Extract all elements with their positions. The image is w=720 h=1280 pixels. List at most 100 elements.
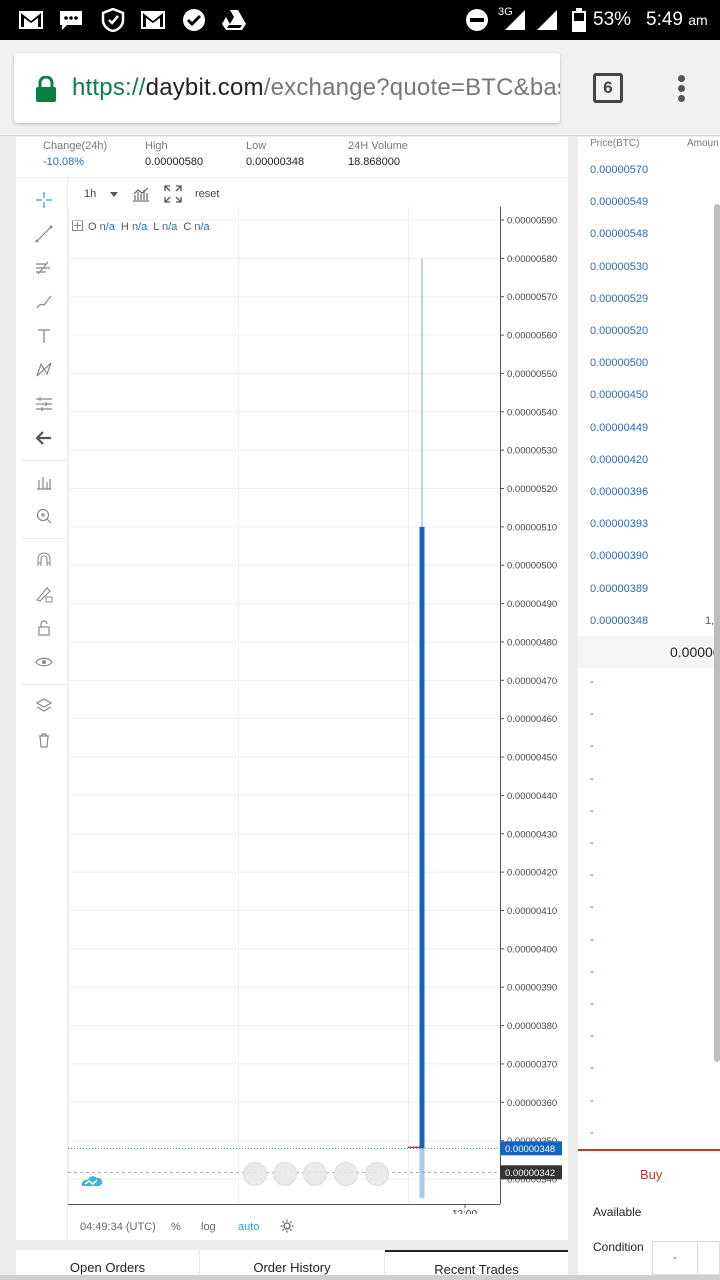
y-tick-label: 0.00000530 [507, 446, 557, 457]
stat-change-label: Change(24h) [43, 140, 108, 152]
log-toggle[interactable]: log [201, 1221, 216, 1233]
y-tick-label: 0.00000410 [507, 906, 557, 917]
bid-row[interactable]: - [590, 676, 594, 688]
stat-low: Low 0.00000348 [246, 140, 304, 168]
divider [22, 684, 66, 685]
scroll-right-button[interactable] [365, 1162, 389, 1186]
tab-switcher-button[interactable]: 6 [593, 73, 623, 103]
check-circle-icon [183, 9, 205, 31]
ask-price[interactable]: 0.00000393 [590, 518, 648, 530]
y-tick-label: 0.00000480 [507, 637, 557, 648]
bid-row[interactable]: - [590, 1127, 594, 1139]
order-book-scrollbar[interactable] [714, 204, 720, 1062]
prediction-icon[interactable] [34, 394, 54, 414]
zoom-icon[interactable] [34, 506, 54, 526]
reset-button[interactable]: reset [195, 188, 219, 200]
tradingview-logo-icon[interactable] [80, 1172, 104, 1188]
status-bar: 3G 53% 5:49 am [0, 0, 720, 40]
bid-row[interactable]: - [590, 773, 594, 785]
bid-row[interactable]: - [590, 966, 594, 978]
ask-price[interactable]: 0.00000390 [590, 550, 648, 562]
gear-icon[interactable] [280, 1219, 294, 1233]
bid-row[interactable]: - [590, 934, 594, 946]
y-tick-label: 0.00000380 [507, 1021, 557, 1032]
battery-icon [572, 8, 586, 32]
fib-icon[interactable] [34, 258, 54, 278]
page-scrollbar[interactable] [0, 1275, 720, 1280]
ask-price[interactable]: 0.00000500 [590, 357, 648, 369]
ask-price[interactable]: 0.00000520 [590, 325, 648, 337]
y-tick-label: 0.00000580 [507, 254, 557, 265]
ask-price[interactable]: 0.00000449 [590, 422, 648, 434]
price-chart[interactable]: 0.00000590 0.00000580 0.00000570 0.00000560… [68, 207, 568, 1214]
y-tick-label: 0.00000570 [507, 292, 557, 303]
address-bar[interactable]: https://daybit.com/exchange?quote=BTC&ba… [14, 53, 560, 123]
arrow-left-icon[interactable] [34, 428, 54, 448]
magnet-icon[interactable] [34, 550, 54, 570]
bid-row[interactable]: - [590, 1095, 594, 1107]
bid-row[interactable]: - [590, 998, 594, 1010]
crosshair-label: 0.00000342 [505, 1168, 555, 1179]
brush-icon[interactable] [34, 292, 54, 312]
trash-icon[interactable] [34, 730, 54, 750]
ask-price[interactable]: 0.00000348 [590, 615, 648, 627]
bid-row[interactable]: - [590, 901, 594, 913]
indicators-icon[interactable] [132, 186, 150, 202]
ask-price[interactable]: 0.00000389 [590, 583, 648, 595]
layers-icon[interactable] [34, 696, 54, 716]
chart-clock: 04:49:34 (UTC) [80, 1221, 156, 1233]
bid-row[interactable]: - [590, 708, 594, 720]
ask-price[interactable]: 0.00000450 [590, 389, 648, 401]
gmail-icon [19, 11, 43, 29]
y-tick-label: 0.00000370 [507, 1059, 557, 1070]
pattern-icon[interactable] [34, 360, 54, 380]
y-tick-label: 0.00000490 [507, 599, 557, 610]
ask-price[interactable]: 0.00000396 [590, 486, 648, 498]
reset-zoom-button[interactable] [303, 1162, 327, 1186]
condition-select[interactable]: - [652, 1241, 720, 1276]
dot-icon [677, 85, 685, 92]
interval-select[interactable]: 1h [84, 188, 96, 200]
dot-icon [677, 75, 685, 82]
text-icon[interactable] [34, 326, 54, 346]
bid-row[interactable]: - [590, 869, 594, 881]
stat-volume: 24H Volume 18.868000 [348, 140, 408, 168]
bid-row[interactable]: - [590, 740, 594, 752]
bid-row[interactable]: - [590, 1062, 594, 1074]
bid-row[interactable]: - [590, 805, 594, 817]
percent-toggle[interactable]: % [171, 1221, 181, 1233]
bid-row[interactable]: - [590, 1030, 594, 1042]
ask-price[interactable]: 0.00000529 [590, 293, 648, 305]
ask-price[interactable]: 0.00000570 [590, 164, 648, 176]
zoom-out-button[interactable] [273, 1162, 297, 1186]
scroll-left-button[interactable] [243, 1162, 267, 1186]
trend-line-icon[interactable] [34, 224, 54, 244]
available-label: Available [593, 1205, 642, 1219]
candle-body [419, 526, 425, 1149]
url-path: /exchange?quote=BTC&bas [263, 74, 560, 101]
measure-icon[interactable] [34, 472, 54, 492]
ask-price[interactable]: 0.00000530 [590, 261, 648, 273]
chevron-down-icon[interactable] [110, 192, 118, 198]
y-tick-label: 0.00000430 [507, 829, 557, 840]
lock-draw-icon[interactable] [34, 584, 54, 604]
gmail-icon [141, 11, 165, 29]
overflow-menu-button[interactable] [670, 73, 692, 105]
y-tick-label: 0.00000450 [507, 753, 557, 764]
bid-row[interactable]: - [590, 837, 594, 849]
fullscreen-icon[interactable] [164, 185, 182, 203]
auto-toggle[interactable]: auto [238, 1221, 259, 1233]
buy-tab[interactable]: Buy [640, 1167, 662, 1182]
drive-icon [222, 10, 246, 30]
crosshair-icon[interactable] [34, 190, 54, 210]
screen: 3G 53% 5:49 am https://daybit.com/exchan… [0, 0, 720, 1280]
last-price-row: 0.00000 [578, 636, 720, 668]
unlock-icon[interactable] [34, 618, 54, 638]
ask-price[interactable]: 0.00000420 [590, 454, 648, 466]
ask-price[interactable]: 0.00000548 [590, 228, 648, 240]
url-host: daybit.com [145, 74, 264, 101]
eye-icon[interactable] [34, 652, 54, 672]
ask-price[interactable]: 0.00000549 [590, 196, 648, 208]
divider [697, 1242, 698, 1276]
zoom-in-button[interactable] [334, 1162, 358, 1186]
